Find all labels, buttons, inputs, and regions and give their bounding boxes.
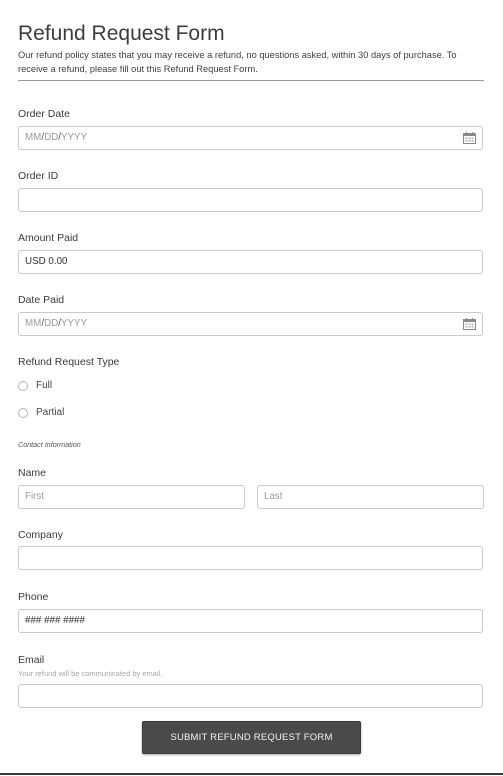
radio-button[interactable] — [18, 408, 28, 418]
date-paid-field[interactable]: MM/DD/YYYY — [18, 312, 483, 336]
date-paid-label: Date Paid — [18, 294, 65, 306]
order-date-dd: DD — [44, 132, 59, 143]
form-description: Our refund policy states that you may re… — [18, 50, 457, 74]
contact-section-label: Contact Information — [18, 440, 81, 449]
order-date-mm: MM — [25, 132, 42, 143]
phone-input[interactable]: ### ### #### — [18, 609, 483, 633]
name-label: Name — [18, 467, 47, 479]
email-label: Email — [18, 654, 45, 666]
bottom-border — [0, 773, 503, 775]
radio-button[interactable] — [18, 381, 28, 391]
last-name-input[interactable]: Last — [257, 485, 484, 509]
date-paid-mm: MM — [25, 318, 42, 329]
refund-type-label: Refund Request Type — [18, 356, 120, 368]
phone-label: Phone — [18, 591, 49, 603]
email-hint: Your refund will be communicated by emai… — [18, 669, 163, 678]
submit-button[interactable]: SUBMIT REFUND REQUEST FORM — [142, 721, 361, 754]
order-id-input[interactable] — [18, 188, 483, 212]
first-name-input[interactable]: First — [18, 485, 245, 509]
amount-paid-label: Amount Paid — [18, 232, 79, 244]
header-divider — [18, 80, 484, 81]
order-date-label: Order Date — [18, 108, 70, 120]
order-date-yyyy: YYYY — [60, 132, 88, 143]
date-paid-dd: DD — [44, 318, 59, 329]
company-label: Company — [18, 529, 63, 541]
company-input[interactable] — [18, 546, 483, 570]
amount-paid-input[interactable]: USD 0.00 — [18, 250, 483, 274]
order-id-label: Order ID — [18, 170, 59, 182]
calendar-icon[interactable] — [463, 318, 476, 330]
order-date-field[interactable]: MM/DD/YYYY — [18, 126, 483, 150]
radio-label-full: Full — [36, 380, 53, 391]
date-paid-yyyy: YYYY — [60, 318, 88, 329]
refund-form-page: Refund Request Form Our refund policy st… — [0, 0, 503, 776]
calendar-icon[interactable] — [463, 132, 476, 144]
radio-label-partial: Partial — [36, 407, 65, 418]
form-title: Refund Request Form — [18, 22, 225, 45]
email-input[interactable] — [18, 684, 483, 708]
